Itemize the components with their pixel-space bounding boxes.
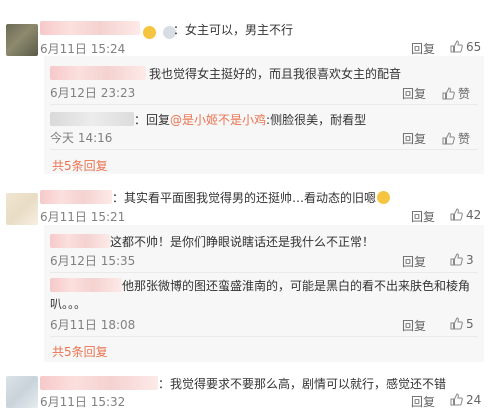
comment-text: ：我觉得要求不要那么高，剧情可以就行，感觉还不错: [158, 377, 447, 391]
timestamp: 6月11日 15:21: [40, 210, 126, 224]
reply-text: ：回复@是小姬不是小鸡:侧脸很美，耐看型: [134, 112, 366, 128]
reply-divider: [50, 336, 478, 337]
like-button[interactable]: 65: [450, 40, 481, 54]
username-blurred[interactable]: [40, 190, 112, 204]
reply-button[interactable]: 回复: [411, 393, 435, 410]
like-button[interactable]: 24: [450, 393, 481, 407]
reply-divider: [50, 104, 478, 105]
reply-button[interactable]: 回复: [411, 40, 435, 57]
like-button[interactable]: 5: [450, 317, 474, 331]
like-count: 65: [466, 40, 482, 54]
avatar[interactable]: [6, 193, 38, 225]
avatar[interactable]: [6, 24, 38, 56]
thumbs-up-icon: [450, 253, 463, 266]
reply-username-blurred[interactable]: [50, 278, 122, 292]
username-blurred[interactable]: [40, 21, 140, 35]
thumbs-up-icon: [450, 393, 463, 406]
reply-prefix: ：回复: [134, 113, 171, 127]
comment-text: ：其实看平面图我觉得男的还挺帅…看动态的旧嗯: [112, 190, 391, 206]
reply-button[interactable]: 回复: [402, 85, 426, 102]
like-count: 3: [466, 253, 474, 267]
reply-suffix: :侧脸很美，耐看型: [266, 113, 367, 127]
like-button[interactable]: 3: [450, 253, 474, 267]
like-label: 赞: [458, 87, 471, 101]
like-button[interactable]: 赞: [442, 130, 470, 147]
mention-link[interactable]: @是小姬不是小鸡: [170, 113, 266, 127]
like-button[interactable]: 42: [450, 208, 481, 222]
avatar[interactable]: [6, 376, 38, 408]
timestamp: 6月11日 15:32: [40, 395, 126, 409]
reply-username-blurred[interactable]: [50, 234, 110, 248]
reply-divider: [50, 272, 478, 273]
reply-button[interactable]: 回复: [402, 130, 426, 147]
reply-button[interactable]: 回复: [411, 208, 435, 225]
reply-timestamp: 6月12日 15:35: [50, 254, 136, 268]
reply-username-blurred[interactable]: [50, 66, 146, 80]
reply-timestamp: 今天 14:16: [50, 131, 113, 145]
reply-timestamp: 6月11日 18:08: [50, 318, 136, 332]
thumbs-up-icon: [442, 87, 455, 100]
sweat-emoji-icon: [377, 191, 391, 204]
like-count: 5: [466, 317, 474, 331]
emoji-icons: [143, 22, 177, 41]
reply-divider: [50, 149, 478, 150]
reply-timestamp: 6月12日 23:23: [50, 86, 136, 100]
reply-username-blurred[interactable]: [50, 112, 134, 126]
reply-text-line-1: 他那张微博的图还蛮盛淮南的，可能是黑白的看不出来肤色和棱角: [122, 279, 471, 293]
thumbs-up-icon: [450, 208, 463, 221]
comment-text-content: ：其实看平面图我觉得男的还挺帅…看动态的旧嗯: [112, 191, 377, 205]
like-count: 24: [466, 393, 482, 407]
like-label: 赞: [458, 132, 471, 146]
view-more-replies-link[interactable]: 共5条回复: [52, 343, 108, 360]
timestamp: 6月11日 15:24: [40, 42, 126, 56]
thumbs-up-icon: [442, 132, 455, 145]
laugh-emoji-icon: [143, 26, 156, 39]
reply-text: 这都不帅！是你们睁眼说瞎话还是我什么不正常！: [110, 235, 375, 249]
username-blurred[interactable]: [40, 376, 158, 390]
thumbs-up-icon: [450, 40, 463, 53]
reply-button[interactable]: 回复: [402, 317, 426, 334]
reply-button[interactable]: 回复: [402, 253, 426, 270]
thumbs-up-icon: [450, 317, 463, 330]
view-more-replies-link[interactable]: 共5条回复: [52, 157, 108, 174]
comment-text: ：女主可以，男主不行: [173, 23, 294, 37]
like-count: 42: [466, 208, 482, 222]
reply-text: 我也觉得女主挺好的，而且我很喜欢女主的配音: [149, 67, 402, 81]
like-button[interactable]: 赞: [442, 85, 470, 102]
reply-text-line-2: 叭。。。: [50, 297, 87, 311]
